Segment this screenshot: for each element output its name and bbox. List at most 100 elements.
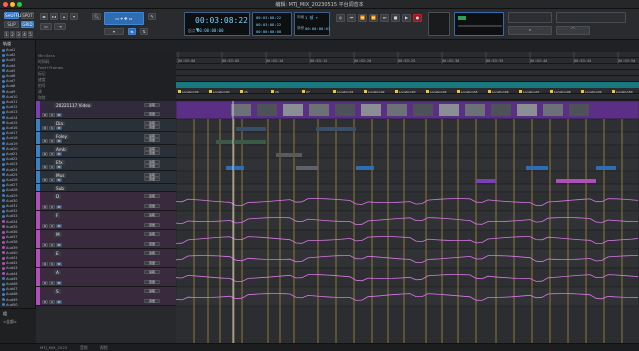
tracks-list-item[interactable]: Aud36: [2, 230, 34, 234]
track-visibility-dot[interactable]: [2, 272, 5, 276]
record-enable-button[interactable]: R: [42, 281, 48, 285]
track-visibility-dot[interactable]: [2, 199, 5, 203]
track-visibility-dot[interactable]: [2, 152, 5, 156]
solo-button[interactable]: S: [49, 178, 55, 182]
tracks-list-item[interactable]: Aud21: [2, 152, 34, 156]
zoom-out-icon[interactable]: ◂▸: [40, 13, 48, 20]
tracks-list-item[interactable]: Aud48: [2, 292, 34, 296]
group-item-all[interactable]: <全部>: [3, 319, 17, 325]
tracks-list-item[interactable]: Aud22: [2, 157, 34, 161]
spot-mode-button[interactable]: SPOT: [21, 12, 34, 19]
mute-button[interactable]: M: [56, 113, 62, 117]
play-button[interactable]: ▶: [402, 14, 411, 22]
tracks-list-item[interactable]: Aud40: [2, 251, 34, 255]
track-header-aux[interactable]: A R S M 读取 音量: [36, 268, 176, 287]
track-lane[interactable]: [176, 248, 639, 269]
marker-flag[interactable]: [612, 90, 615, 93]
track-visibility-dot[interactable]: [2, 157, 5, 161]
track-view-select[interactable]: 音量: [144, 138, 160, 142]
tracks-list-item[interactable]: Aud8: [2, 84, 34, 88]
track-name[interactable]: F: [54, 213, 61, 218]
mute-button[interactable]: M: [56, 281, 62, 285]
track-header-video[interactable]: 20221117 Video R S M 读取 音量: [36, 101, 176, 119]
track-visibility-dot[interactable]: [2, 303, 5, 307]
ruler-label[interactable]: Min:Secs: [38, 53, 55, 58]
track-visibility-dot[interactable]: [2, 292, 5, 296]
bottom-tab-audio[interactable]: 音频: [80, 345, 88, 351]
track-visibility-dot[interactable]: [2, 142, 5, 146]
tracks-list-item[interactable]: Aud15: [2, 121, 34, 125]
marker-flag[interactable]: [209, 90, 212, 93]
tracks-list-item[interactable]: Aud43: [2, 266, 34, 270]
audio-clip[interactable]: [216, 140, 266, 144]
audio-clip[interactable]: [596, 166, 616, 170]
audio-clip[interactable]: [526, 166, 548, 170]
track-visibility-dot[interactable]: [2, 214, 5, 218]
tracks-list-item[interactable]: Aud10: [2, 95, 34, 99]
marker-flag[interactable]: [178, 90, 181, 93]
record-enable-button[interactable]: R: [42, 139, 48, 143]
track-view-select[interactable]: 音量: [144, 164, 160, 168]
track-visibility-dot[interactable]: [2, 69, 5, 73]
track-visibility-dot[interactable]: [2, 183, 5, 187]
track-visibility-dot[interactable]: [2, 282, 5, 286]
track-visibility-dot[interactable]: [2, 298, 5, 302]
marker-flag[interactable]: [519, 90, 522, 93]
audio-clip[interactable]: [236, 127, 266, 131]
track-visibility-dot[interactable]: [2, 48, 5, 52]
tracks-list-item[interactable]: Aud42: [2, 261, 34, 265]
solo-button[interactable]: S: [49, 205, 55, 209]
marker-flag[interactable]: [271, 90, 274, 93]
pencil-tool-icon[interactable]: ✎: [148, 13, 156, 20]
track-name[interactable]: 20221117 Video: [54, 103, 93, 108]
track-header-audio[interactable]: Mus R S M 读取 音量: [36, 171, 176, 184]
tracks-list-item[interactable]: Aud19: [2, 142, 34, 146]
track-header-aux[interactable]: F R S M 读取 音量: [36, 211, 176, 230]
tracks-list-item[interactable]: Aud49: [2, 298, 34, 302]
tracks-list-item[interactable]: Aud45: [2, 277, 34, 281]
tracks-list-item[interactable]: Aud16: [2, 126, 34, 130]
audio-clip[interactable]: [226, 166, 244, 170]
track-visibility-dot[interactable]: [2, 173, 5, 177]
track-visibility-dot[interactable]: [2, 105, 5, 109]
track-visibility-dot[interactable]: [2, 204, 5, 208]
tracks-list-item[interactable]: Aud25: [2, 173, 34, 177]
solo-button[interactable]: S: [49, 152, 55, 156]
bottom-tab-video[interactable]: 视频: [100, 345, 108, 351]
track-visibility-dot[interactable]: [2, 266, 5, 270]
track-header-audio[interactable]: Foley R S M 读取 音量: [36, 132, 176, 145]
zoomer-tool-icon[interactable]: 🔍︎: [92, 13, 101, 20]
mute-button[interactable]: M: [56, 224, 62, 228]
selection-length[interactable]: 00:00:00:00: [256, 29, 281, 34]
track-visibility-dot[interactable]: [2, 90, 5, 94]
search-icon[interactable]: ⌕: [508, 26, 552, 35]
automation-mode-select[interactable]: 读取: [144, 103, 160, 107]
marker-label[interactable]: 25: [244, 90, 248, 94]
tracks-list-item[interactable]: Aud30: [2, 199, 34, 203]
track-visibility-dot[interactable]: [2, 188, 5, 192]
audio-clip[interactable]: [316, 127, 356, 131]
solo-button[interactable]: S: [49, 139, 55, 143]
track-lane[interactable]: [176, 157, 639, 172]
tracks-list-item[interactable]: Aud18: [2, 136, 34, 140]
automation-mode-select[interactable]: 读取: [144, 194, 160, 198]
track-visibility-dot[interactable]: [2, 126, 5, 130]
marker-flag[interactable]: [581, 90, 584, 93]
tracks-list-item[interactable]: Aud46: [2, 282, 34, 286]
tracks-list-item[interactable]: Aud31: [2, 204, 34, 208]
marker-label[interactable]: Location39: [182, 90, 199, 94]
track-visibility-dot[interactable]: [2, 209, 5, 213]
marker-label[interactable]: Location47: [523, 90, 540, 94]
track-visibility-dot[interactable]: [2, 162, 5, 166]
selection-start[interactable]: 00:03:08:22: [256, 15, 281, 20]
tracks-list-item[interactable]: Aud7: [2, 79, 34, 83]
return-to-zero-button[interactable]: ⏮: [347, 14, 356, 22]
audio-clip[interactable]: [276, 153, 302, 157]
track-visibility-dot[interactable]: [2, 261, 5, 265]
track-visibility-dot[interactable]: [2, 53, 5, 57]
mute-button[interactable]: M: [56, 152, 62, 156]
midi-zoom-icon[interactable]: ▾: [70, 13, 78, 20]
tracks-list-item[interactable]: Aud20: [2, 147, 34, 151]
main-counter-display[interactable]: 00:03:08:22 ▾ 起点 00:00:00:00: [184, 12, 250, 36]
track-name[interactable]: A: [54, 270, 61, 275]
